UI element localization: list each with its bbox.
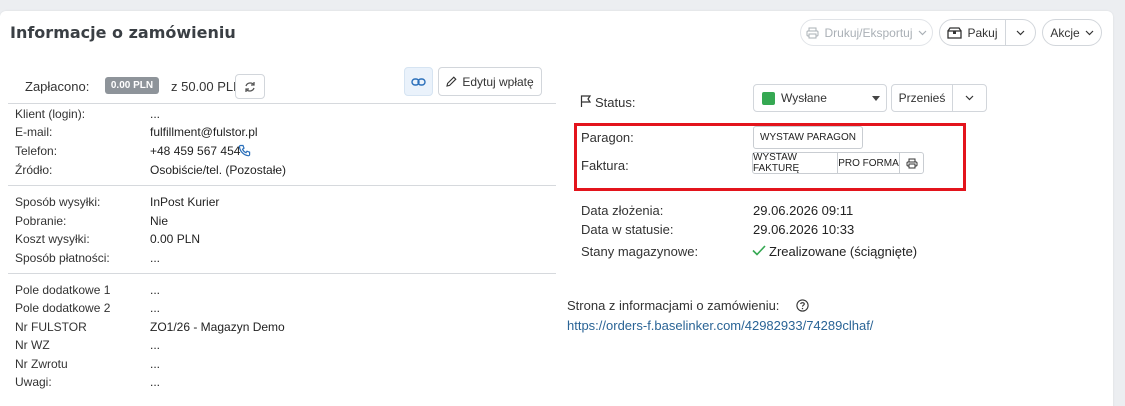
- field-value: ...: [150, 375, 161, 389]
- field-label: Uwagi:: [15, 375, 52, 389]
- check-icon: [752, 245, 766, 256]
- order-page-link[interactable]: https://orders-f.baselinker.com/42982933…: [567, 318, 873, 333]
- field-label: Pobranie:: [15, 214, 67, 228]
- created-label: Data złożenia:: [581, 203, 664, 218]
- paid-amount-badge: 0.00 PLN: [105, 77, 159, 94]
- move-button[interactable]: Przenieś: [891, 84, 953, 112]
- print-invoice-button[interactable]: [899, 152, 924, 174]
- print-export-button[interactable]: Drukuj/Eksportuj: [800, 19, 933, 46]
- divider: [8, 103, 556, 104]
- field-label: Źródło:: [15, 163, 53, 177]
- print-export-label: Drukuj/Eksportuj: [824, 25, 913, 40]
- link-payment-button[interactable]: [404, 67, 433, 96]
- payment-total: z 50.00 PLN: [171, 79, 243, 94]
- divider: [8, 273, 556, 274]
- phone-icon[interactable]: [238, 144, 251, 157]
- page-title: Informacje o zamówieniu: [10, 23, 236, 42]
- field-value: 0.00 PLN: [150, 232, 201, 246]
- edit-payment-button[interactable]: Edytuj wpłatę: [438, 67, 542, 96]
- issue-invoice-button[interactable]: WYSTAW FAKTURĘ: [752, 152, 838, 174]
- chevron-down-icon: [965, 95, 974, 101]
- printer-icon: [806, 27, 819, 39]
- field-label: Nr WZ: [15, 338, 50, 352]
- refresh-icon: [244, 81, 256, 93]
- field-label: Klient (login):: [15, 107, 86, 121]
- created-value: 29.06.2026 09:11: [753, 203, 854, 218]
- field-label: Nr FULSTOR: [15, 320, 87, 334]
- order-page-heading: Strona z informacjami o zamówieniu:: [567, 298, 780, 313]
- field-label: Pole dodatkowe 2: [15, 301, 111, 315]
- paid-label: Zapłacono:: [25, 79, 90, 94]
- field-value: ...: [150, 357, 161, 371]
- field-label: E-mail:: [15, 125, 53, 139]
- package-icon: [947, 26, 963, 39]
- field-label: Telefon:: [15, 144, 58, 158]
- status-color-swatch: [762, 91, 775, 105]
- field-value: ...: [150, 301, 161, 315]
- edit-payment-label: Edytuj wpłatę: [462, 74, 534, 89]
- invoice-label: Faktura:: [581, 158, 629, 173]
- field-value: InPost Kurier: [150, 195, 220, 209]
- printer-icon: [906, 158, 918, 169]
- field-value: Osobiście/tel. (Pozostałe): [150, 163, 287, 177]
- status-select[interactable]: Wysłane: [753, 84, 887, 112]
- in-status-value: 29.06.2026 10:33: [753, 222, 855, 237]
- in-status-label: Data w statusie:: [581, 222, 674, 237]
- flag-icon: [580, 95, 592, 108]
- actions-label: Akcje: [1050, 25, 1080, 40]
- link-icon: [411, 77, 426, 87]
- proforma-button[interactable]: PRO FORMA: [838, 152, 900, 174]
- status-selected-value: Wysłane: [781, 91, 827, 105]
- chevron-down-icon: [1085, 30, 1094, 36]
- pack-dropdown-button[interactable]: [1005, 19, 1036, 46]
- caret-down-icon: [872, 95, 880, 101]
- field-label: Sposób wysyłki:: [15, 195, 101, 209]
- field-value: Nie: [150, 214, 169, 228]
- pack-label: Pakuj: [967, 25, 998, 40]
- field-label: Pole dodatkowe 1: [15, 283, 111, 297]
- issue-receipt-button[interactable]: WYSTAW PARAGON: [753, 126, 863, 149]
- pack-button[interactable]: Pakuj: [939, 19, 1006, 46]
- field-label: Koszt wysyłki:: [15, 232, 90, 246]
- stock-value: Zrealizowane (ściągnięte): [769, 244, 918, 259]
- field-value: ZO1/26 - Magazyn Demo: [150, 320, 285, 334]
- stock-label: Stany magazynowe:: [581, 244, 699, 259]
- help-icon[interactable]: [796, 299, 809, 312]
- actions-button[interactable]: Akcje: [1042, 19, 1102, 46]
- field-value: ...: [150, 107, 161, 121]
- field-value: ...: [150, 338, 161, 352]
- email-value: fulfillment@fulstor.pl: [150, 125, 258, 139]
- field-label: Sposób płatności:: [15, 251, 110, 265]
- chevron-down-icon: [1016, 30, 1025, 36]
- field-label: Nr Zwrotu: [15, 357, 68, 371]
- field-value: ...: [150, 283, 161, 297]
- status-label: Status:: [595, 95, 636, 110]
- receipt-label: Paragon:: [581, 130, 634, 145]
- pencil-icon: [446, 76, 457, 87]
- move-dropdown-button[interactable]: [952, 84, 987, 112]
- move-label: Przenieś: [898, 91, 946, 105]
- divider: [8, 185, 556, 186]
- phone-value: +48 459 567 454: [150, 144, 241, 158]
- chevron-down-icon: [918, 30, 927, 36]
- refresh-payment-button[interactable]: [235, 74, 265, 99]
- field-value: ...: [150, 251, 161, 265]
